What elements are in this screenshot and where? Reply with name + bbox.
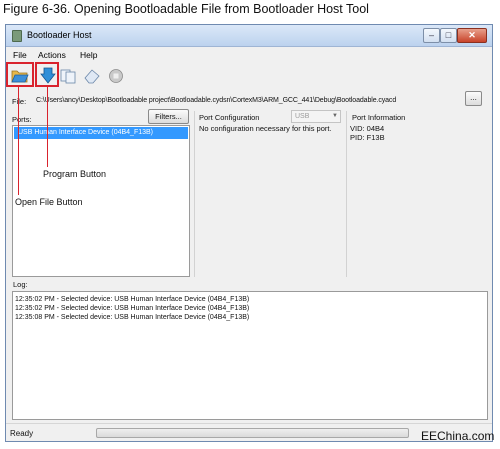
divider bbox=[346, 111, 347, 277]
stop-button[interactable] bbox=[106, 66, 126, 86]
chevron-down-icon: ▼ bbox=[332, 113, 338, 119]
status-text: Ready bbox=[10, 429, 34, 438]
open-file-button[interactable] bbox=[10, 66, 30, 86]
file-label: File: bbox=[12, 97, 27, 106]
progress-bar bbox=[96, 428, 409, 438]
menu-file[interactable]: File bbox=[13, 50, 27, 60]
close-button[interactable]: ✕ bbox=[457, 28, 487, 43]
open-file-button-callout: Open File Button bbox=[15, 197, 83, 207]
title-bar[interactable]: Bootloader Host – □ ✕ bbox=[6, 25, 492, 47]
port-configuration-label: Port Configuration bbox=[199, 113, 260, 122]
stop-icon bbox=[109, 69, 123, 83]
figure-caption: Figure 6-36. Opening Bootloadable File f… bbox=[3, 2, 369, 16]
open-file-callout-line bbox=[18, 87, 19, 195]
menu-help[interactable]: Help bbox=[80, 50, 97, 60]
log-line: 12:35:02 PM - Selected device: USB Human… bbox=[15, 296, 250, 303]
log-line: 12:35:02 PM - Selected device: USB Human… bbox=[15, 305, 250, 312]
copy-icon bbox=[60, 69, 76, 84]
log-line: 12:35:08 PM - Selected device: USB Human… bbox=[15, 314, 250, 321]
file-path-field[interactable]: C:\Users\ancy\Desktop\Bootloadable proje… bbox=[36, 97, 396, 104]
window-title: Bootloader Host bbox=[27, 30, 92, 40]
port-pid: PID: F13B bbox=[350, 133, 385, 142]
erase-icon bbox=[84, 69, 100, 84]
ports-label: Ports: bbox=[12, 115, 32, 124]
log-label: Log: bbox=[13, 280, 28, 289]
program-arrow-icon bbox=[40, 67, 56, 84]
port-configuration-select[interactable]: USB ▼ bbox=[291, 110, 341, 123]
toolbar bbox=[6, 64, 492, 88]
watermark: EEChina.com bbox=[421, 429, 495, 443]
port-item-usb-hid[interactable]: USB Human Interface Device (04B4_F13B) bbox=[14, 127, 188, 139]
filters-button[interactable]: Filters... bbox=[148, 109, 189, 124]
port-information-label: Port Information bbox=[352, 113, 406, 122]
status-bar: Ready bbox=[6, 423, 492, 441]
divider bbox=[194, 111, 195, 277]
folder-open-icon bbox=[11, 70, 29, 83]
maximize-button[interactable]: □ bbox=[440, 28, 457, 43]
browse-button[interactable]: ... bbox=[465, 91, 482, 106]
log-output[interactable]: 12:35:02 PM - Selected device: USB Human… bbox=[12, 291, 488, 420]
port-configuration-value: USB bbox=[295, 113, 310, 120]
port-vid: VID: 04B4 bbox=[350, 124, 385, 133]
minimize-button[interactable]: – bbox=[423, 28, 440, 43]
erase-button[interactable] bbox=[82, 66, 102, 86]
menu-bar: File Actions Help bbox=[6, 48, 492, 63]
program-callout-line bbox=[47, 87, 48, 167]
port-configuration-message: No configuration necessary for this port… bbox=[199, 124, 332, 133]
program-button-callout: Program Button bbox=[43, 169, 107, 179]
program-button[interactable] bbox=[38, 66, 58, 86]
menu-actions[interactable]: Actions bbox=[38, 50, 66, 60]
bootloader-host-window: Bootloader Host – □ ✕ File Actions Help bbox=[5, 24, 493, 442]
app-icon bbox=[12, 30, 22, 42]
copy-button[interactable] bbox=[58, 66, 78, 86]
